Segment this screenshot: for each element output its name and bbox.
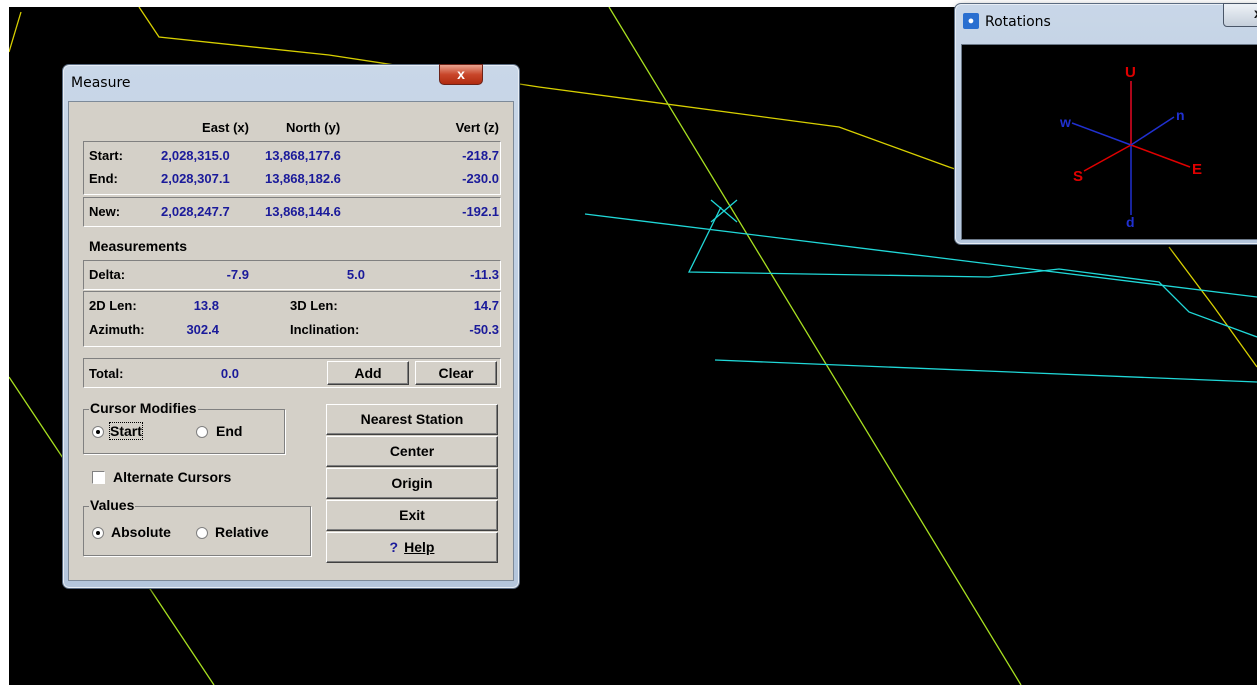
yellow-survey-line-3	[9, 11, 22, 53]
inclination-value: -50.3	[469, 322, 499, 337]
measure-client: East (x) North (y) Vert (z) Start: 2,028…	[68, 101, 514, 581]
add-button[interactable]: Add	[327, 361, 409, 385]
len2d-label: 2D Len:	[89, 298, 137, 313]
cursor-modifies-label: Cursor Modifies	[89, 400, 198, 416]
start-north: 13,868,177.6	[265, 148, 341, 163]
end-label: End:	[89, 171, 118, 186]
new-east: 2,028,247.7	[161, 204, 230, 219]
header-north: North (y)	[286, 120, 341, 135]
south-north-axis-blue	[1130, 116, 1175, 146]
center-button[interactable]: Center	[326, 436, 498, 467]
len2d-value: 13.8	[193, 298, 219, 313]
measure-title: Measure	[71, 75, 131, 91]
west-east-axis-blue	[1071, 122, 1132, 146]
end-radio-label[interactable]: End	[216, 423, 242, 439]
relative-radio-label[interactable]: Relative	[215, 524, 269, 540]
rotations-app-icon: ●	[963, 13, 979, 29]
delta-label: Delta:	[89, 267, 126, 282]
start-radio[interactable]	[92, 426, 104, 438]
end-north: 13,868,182.6	[265, 171, 341, 186]
values-group-label: Values	[89, 497, 136, 513]
new-vert: -192.1	[462, 204, 499, 219]
axis-label-west: w	[1059, 114, 1071, 130]
axis-label-east: E	[1192, 161, 1202, 178]
delta-north: 5.0	[346, 267, 365, 282]
axis-label-north: n	[1176, 107, 1185, 123]
start-vert: -218.7	[462, 148, 499, 163]
len3d-value: 14.7	[473, 298, 499, 313]
header-east: East (x)	[202, 120, 249, 135]
axis-label-up: U	[1125, 64, 1136, 81]
end-vert: -230.0	[462, 171, 499, 186]
axis-label-south: S	[1073, 168, 1083, 185]
rotations-window: ● Rotations x U n w S E d	[954, 3, 1257, 245]
end-east: 2,028,307.1	[161, 171, 230, 186]
rotations-close-button[interactable]: x	[1223, 3, 1257, 27]
clear-button[interactable]: Clear	[415, 361, 497, 385]
new-north: 13,868,144.6	[265, 204, 341, 219]
end-radio[interactable]	[196, 426, 208, 438]
rotation-axes-diagram: U n w S E d	[1059, 64, 1202, 230]
measurements-heading: Measurements	[89, 238, 188, 254]
axis-label-down: d	[1126, 214, 1135, 230]
delta-vert: -11.3	[470, 267, 499, 282]
west-east-axis-red	[1130, 144, 1191, 168]
delta-east: -7.9	[226, 267, 249, 282]
absolute-radio-label[interactable]: Absolute	[111, 524, 171, 540]
relative-radio[interactable]	[196, 527, 208, 539]
total-label: Total:	[89, 366, 124, 381]
question-mark-icon: ?	[389, 539, 399, 555]
cyan-survey-line-3	[714, 359, 1257, 383]
alternate-cursors-label[interactable]: Alternate Cursors	[113, 469, 231, 485]
new-label: New:	[89, 204, 121, 219]
origin-button[interactable]: Origin	[326, 468, 498, 499]
start-radio-label[interactable]: Start	[109, 422, 143, 440]
start-label: Start:	[89, 148, 123, 163]
south-north-axis-red	[1083, 144, 1132, 172]
yellow-survey-line-2	[1168, 246, 1257, 368]
header-vert: Vert (z)	[455, 120, 499, 135]
total-value: 0.0	[220, 366, 239, 381]
measure-window: Measure x East (x) North (y) Vert (z) St…	[62, 64, 520, 589]
help-button[interactable]: ? Help	[326, 532, 498, 563]
rotations-title: Rotations	[985, 14, 1051, 30]
len3d-label: 3D Len:	[290, 298, 338, 313]
alternate-cursors-checkbox[interactable]	[92, 471, 105, 484]
azimuth-label: Azimuth:	[89, 322, 145, 337]
absolute-radio[interactable]	[92, 527, 104, 539]
exit-button[interactable]: Exit	[326, 500, 498, 531]
start-east: 2,028,315.0	[161, 148, 230, 163]
measure-close-button[interactable]: x	[439, 64, 483, 85]
rotations-canvas[interactable]: U n w S E d	[961, 44, 1257, 240]
azimuth-value: 302.4	[186, 322, 219, 337]
help-label: Help	[404, 539, 435, 555]
inclination-label: Inclination:	[290, 322, 360, 337]
nearest-station-button[interactable]: Nearest Station	[326, 404, 498, 435]
